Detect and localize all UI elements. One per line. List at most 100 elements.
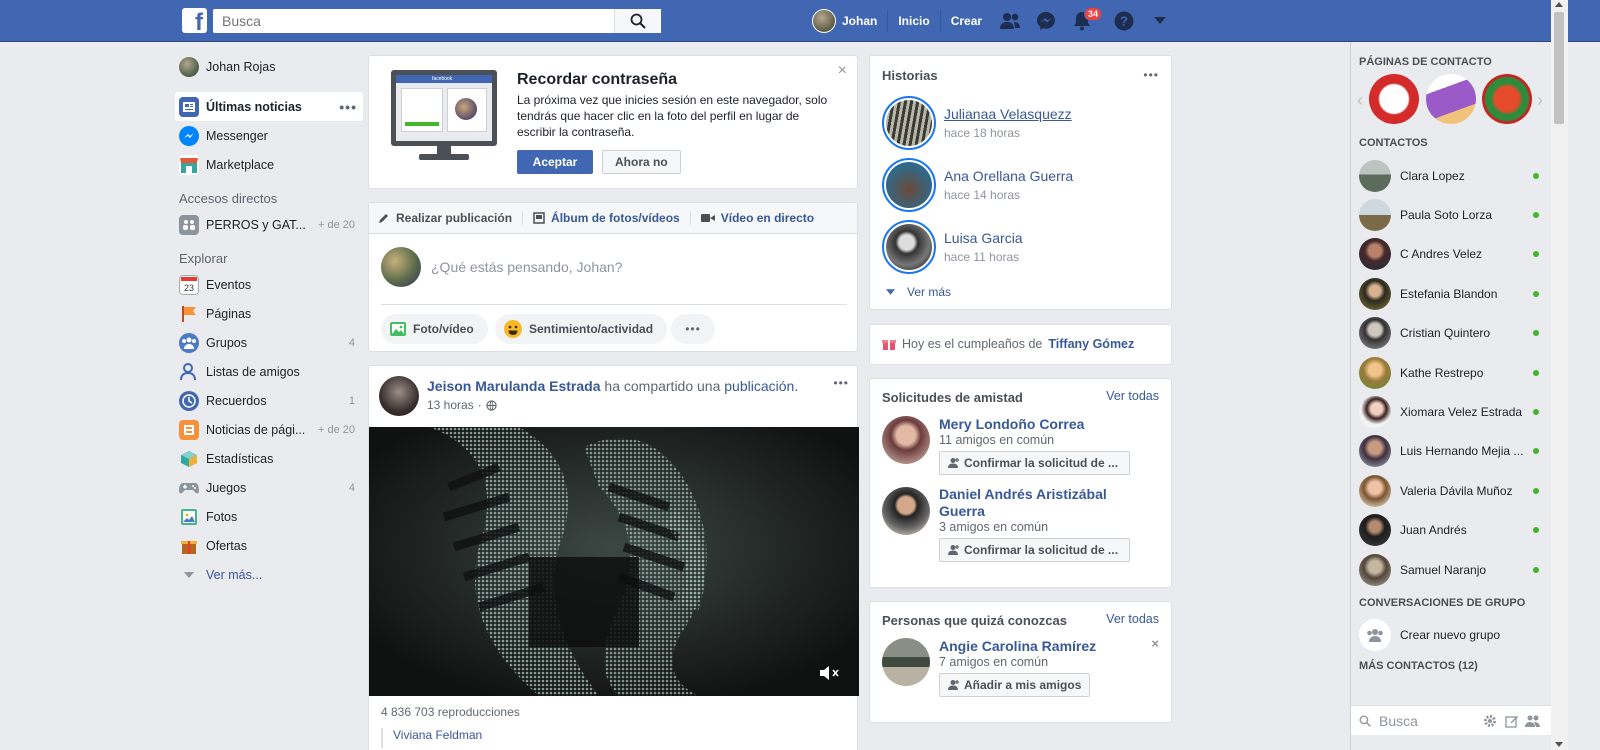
sidebar-item-games[interactable]: Juegos 4 — [179, 473, 363, 502]
mute-icon[interactable] — [819, 664, 841, 682]
sidebar-item-pages[interactable]: Páginas — [179, 299, 363, 328]
story-item[interactable]: Luisa Garcia hace 11 horas — [882, 220, 1023, 274]
sidebar-item-profile[interactable]: Johan Rojas — [179, 54, 363, 80]
avatar[interactable] — [379, 376, 419, 416]
not-now-button[interactable]: Ahora no — [602, 150, 681, 174]
chat-search-input[interactable]: Busca — [1379, 713, 1475, 729]
add-friend-button[interactable]: Añadir a mis amigos — [939, 673, 1091, 697]
tab-photo-album[interactable]: Álbum de fotos/vídeos — [523, 211, 691, 225]
sidebar-item-friend-lists[interactable]: Listas de amigos — [179, 357, 363, 386]
sidebar-item-events[interactable]: 23 Eventos — [179, 270, 363, 299]
post-author-link[interactable]: Jeison Marulanda Estrada — [427, 378, 601, 394]
gear-icon[interactable] — [1483, 714, 1497, 728]
story-item[interactable]: Ana Orellana Guerra hace 14 horas — [882, 158, 1073, 212]
new-group-icon[interactable] — [1525, 714, 1541, 728]
confirm-request-button[interactable]: Confirmar la solicitud de ... — [939, 538, 1130, 562]
sidebar-item-pages-feed[interactable]: Noticias de pági... + de 20 — [179, 415, 363, 444]
avatar[interactable] — [882, 416, 930, 464]
avatar — [381, 247, 421, 287]
close-icon[interactable]: × — [1151, 636, 1159, 651]
story-item[interactable]: Julianaa Velasquezz hace 18 horas — [882, 96, 1072, 150]
contact-item[interactable]: Cristian Quintero — [1351, 314, 1551, 353]
contact-item[interactable]: Estefania Blandon — [1351, 274, 1551, 313]
contact-item[interactable]: Paula Soto Lorza — [1351, 195, 1551, 234]
sidebar-item-groups[interactable]: Grupos 4 — [179, 328, 363, 357]
account-menu-button[interactable] — [1142, 0, 1178, 42]
notifications-button[interactable]: 34 — [1064, 0, 1103, 42]
sidebar-item-news-feed[interactable]: Últimas noticias ••• — [175, 92, 363, 121]
search-button[interactable] — [614, 9, 660, 33]
create-link[interactable]: Crear — [941, 10, 992, 32]
photo-video-button[interactable]: Foto/vídeo — [381, 314, 488, 344]
contact-page-thumb[interactable] — [1482, 74, 1532, 124]
story-name[interactable]: Luisa Garcia — [944, 230, 1023, 246]
scroll-down-arrow[interactable] — [1555, 742, 1563, 747]
page-scrollbar-thumb[interactable] — [1554, 12, 1564, 124]
search-input[interactable] — [213, 9, 661, 33]
contact-item[interactable]: Xiomara Velez Estrada — [1351, 392, 1551, 431]
see-all-link[interactable]: Ver todas — [1106, 389, 1159, 403]
confirm-request-button[interactable]: Confirmar la solicitud de ... — [939, 451, 1130, 475]
contact-item[interactable]: Samuel Naranjo — [1351, 550, 1551, 589]
post-options-icon[interactable]: ••• — [833, 376, 849, 390]
compose-icon[interactable] — [1505, 714, 1519, 728]
sidebar-item-shortcut[interactable]: PERROS y GAT... + de 20 — [179, 210, 363, 239]
home-link[interactable]: Inicio — [888, 10, 941, 32]
sidebar-see-more[interactable]: Ver más... — [179, 560, 363, 589]
contact-item[interactable]: Luis Hernando Mejia ... — [1351, 432, 1551, 471]
sidebar-item-offers[interactable]: Ofertas — [179, 531, 363, 560]
suggestion-name[interactable]: Angie Carolina Ramírez — [939, 638, 1096, 654]
more-options-icon[interactable]: ••• — [339, 99, 357, 115]
more-actions-button[interactable]: ••• — [671, 314, 715, 344]
shared-post-link[interactable]: publicación. — [724, 378, 798, 394]
story-name[interactable]: Ana Orellana Guerra — [944, 168, 1073, 184]
sidebar-item-messenger[interactable]: Messenger — [179, 121, 363, 150]
post-time[interactable]: 13 horas — [427, 398, 474, 412]
tab-create-post[interactable]: Realizar publicación — [378, 211, 524, 225]
stories-see-more[interactable]: Ver más — [886, 285, 951, 299]
contact-item[interactable]: Juan Andrés — [1351, 511, 1551, 550]
contact-item[interactable]: Valeria Dávila Muñoz — [1351, 471, 1551, 510]
help-button[interactable]: ? — [1106, 0, 1142, 42]
accept-button[interactable]: Aceptar — [517, 150, 593, 174]
avatar[interactable] — [882, 487, 930, 535]
contact-item[interactable]: Kathe Restrepo — [1351, 353, 1551, 392]
chevron-right-icon[interactable]: › — [1537, 90, 1543, 111]
more-contacts-heading[interactable]: MÁS CONTACTOS (12) — [1359, 660, 1551, 672]
pymk-title: Personas que quizá conozcas — [882, 613, 1067, 628]
request-name[interactable]: Mery Londoño Correa — [939, 416, 1084, 432]
story-name[interactable]: Julianaa Velasquezz — [944, 106, 1072, 122]
sidebar-item-marketplace[interactable]: Marketplace — [179, 150, 363, 179]
messenger-button[interactable] — [1028, 0, 1064, 42]
sidebar-item-memories[interactable]: Recuerdos 1 — [179, 386, 363, 415]
contact-item[interactable]: C Andres Velez — [1351, 235, 1551, 274]
avatar — [812, 9, 836, 33]
sidebar-item-insights[interactable]: Estadísticas — [179, 444, 363, 473]
friends-icon — [1000, 13, 1021, 29]
friend-requests-button[interactable] — [992, 0, 1028, 42]
people-you-may-know-card: Personas que quizá conozcas Ver todas × … — [869, 601, 1172, 723]
contact-page-thumb[interactable] — [1369, 74, 1419, 124]
profile-link[interactable]: Johan — [812, 9, 889, 33]
create-group-button[interactable]: Crear nuevo grupo — [1351, 615, 1551, 654]
close-icon[interactable]: × — [838, 62, 847, 80]
caret-down-icon — [179, 565, 199, 585]
birthday-name-link[interactable]: Tiffany Gómez — [1048, 337, 1134, 351]
status-input[interactable]: ¿Qué estás pensando, Johan? — [431, 259, 622, 275]
tab-live-video[interactable]: Vídeo en directo — [691, 211, 824, 225]
post-video[interactable] — [369, 427, 859, 696]
contact-item[interactable]: Clara Lopez — [1351, 156, 1551, 195]
contact-page-thumb[interactable] — [1426, 74, 1476, 124]
avatar[interactable] — [882, 638, 930, 686]
scroll-up-arrow[interactable] — [1555, 2, 1563, 7]
sidebar-item-label: Noticias de pági... — [206, 422, 306, 437]
see-all-link[interactable]: Ver todas — [1106, 612, 1159, 626]
request-name[interactable]: Daniel Andrés Aristizábal Guerra — [939, 486, 1119, 520]
sidebar-item-photos[interactable]: Fotos — [179, 502, 363, 531]
chevron-left-icon[interactable]: ‹ — [1357, 90, 1363, 111]
chat-search-bar: Busca — [1351, 705, 1551, 735]
facebook-logo-icon[interactable]: f — [182, 8, 207, 33]
more-options-icon[interactable]: ••• — [1143, 68, 1159, 82]
gift-icon — [882, 340, 896, 350]
feeling-activity-button[interactable]: Sentimiento/actividad — [495, 314, 668, 344]
